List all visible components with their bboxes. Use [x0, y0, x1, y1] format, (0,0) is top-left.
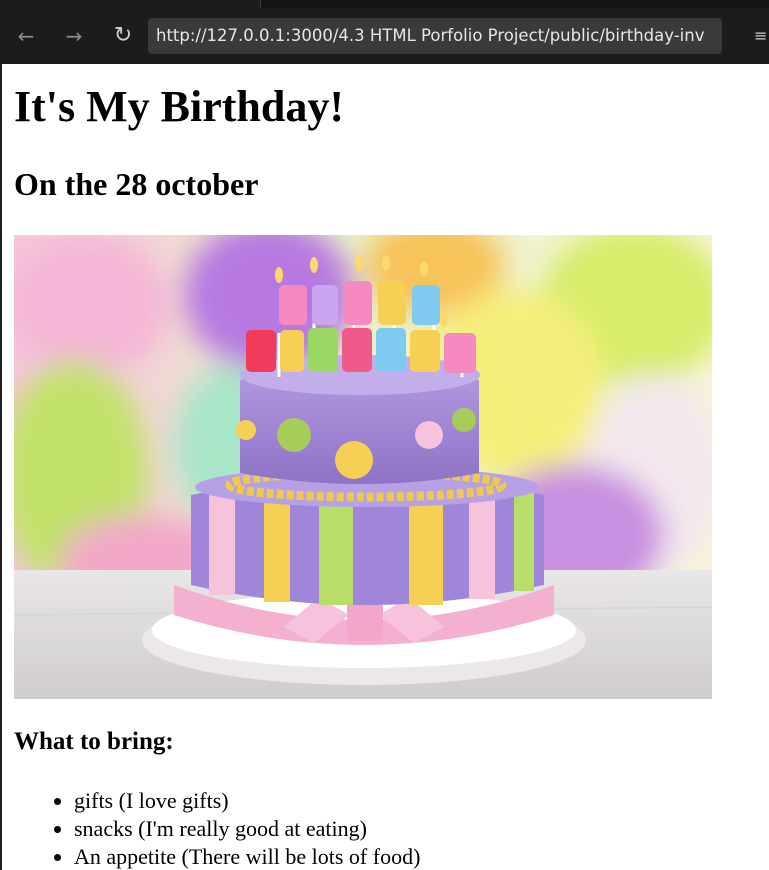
page-viewport: It's My Birthday! On the 28 october What… [2, 64, 769, 870]
forward-button[interactable]: → [60, 22, 88, 50]
list-item: gifts (I love gifts) [74, 787, 420, 815]
reload-icon: ↻ [113, 23, 133, 48]
tab-strip [260, 0, 769, 8]
back-button[interactable]: ← [12, 22, 40, 50]
menu-icon: ≡ [754, 26, 768, 45]
what-to-bring-heading: What to bring: [14, 728, 174, 755]
page-title: It's My Birthday! [14, 82, 344, 131]
date-heading: On the 28 october [14, 166, 259, 202]
bring-list: gifts (I love gifts) snacks (I'm really … [14, 787, 420, 870]
menu-button[interactable]: ≡ [754, 22, 769, 50]
address-bar-url[interactable]: http://127.0.0.1:3000/4.3 HTML Porfolio … [156, 18, 704, 54]
reload-button[interactable]: ↻ [109, 22, 137, 50]
birthday-cake-image [14, 235, 712, 699]
browser-toolbar: ← → ↻ http://127.0.0.1:3000/4.3 HTML Por… [0, 0, 769, 64]
arrow-right-icon: → [65, 24, 83, 48]
arrow-left-icon: ← [17, 24, 35, 48]
address-bar[interactable]: http://127.0.0.1:3000/4.3 HTML Porfolio … [148, 18, 722, 54]
list-item: snacks (I'm really good at eating) [74, 815, 420, 843]
list-item: An appetite (There will be lots of food) [74, 843, 420, 870]
